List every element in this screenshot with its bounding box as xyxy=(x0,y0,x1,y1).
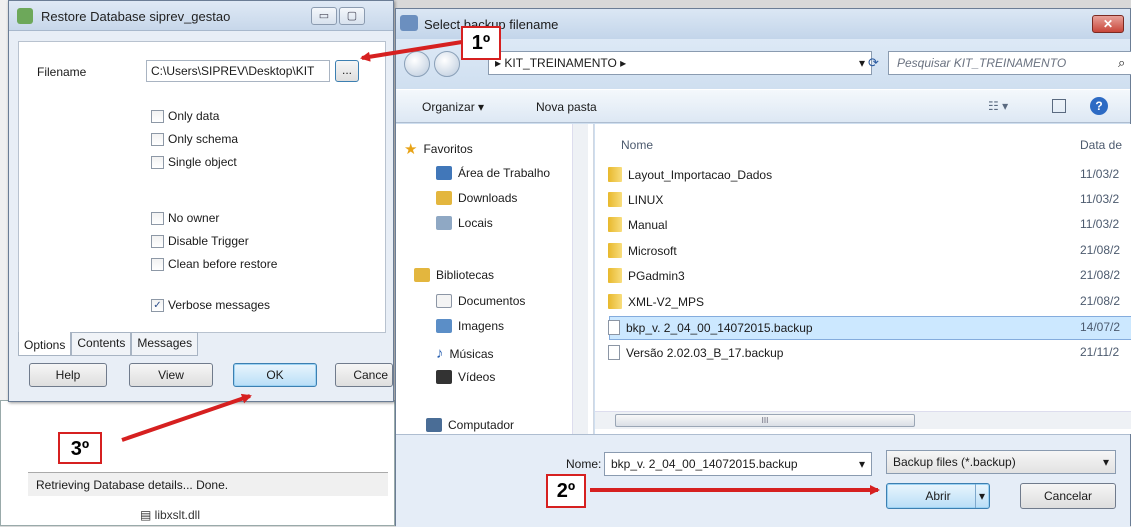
annotation-step3: 3º xyxy=(58,432,102,464)
arrow-step3 xyxy=(121,393,252,442)
annotation-step2: 2º xyxy=(546,474,586,508)
annotation-arrows xyxy=(121,40,880,495)
annotation-step1: 1º xyxy=(461,26,501,60)
arrow-step1 xyxy=(360,40,463,62)
